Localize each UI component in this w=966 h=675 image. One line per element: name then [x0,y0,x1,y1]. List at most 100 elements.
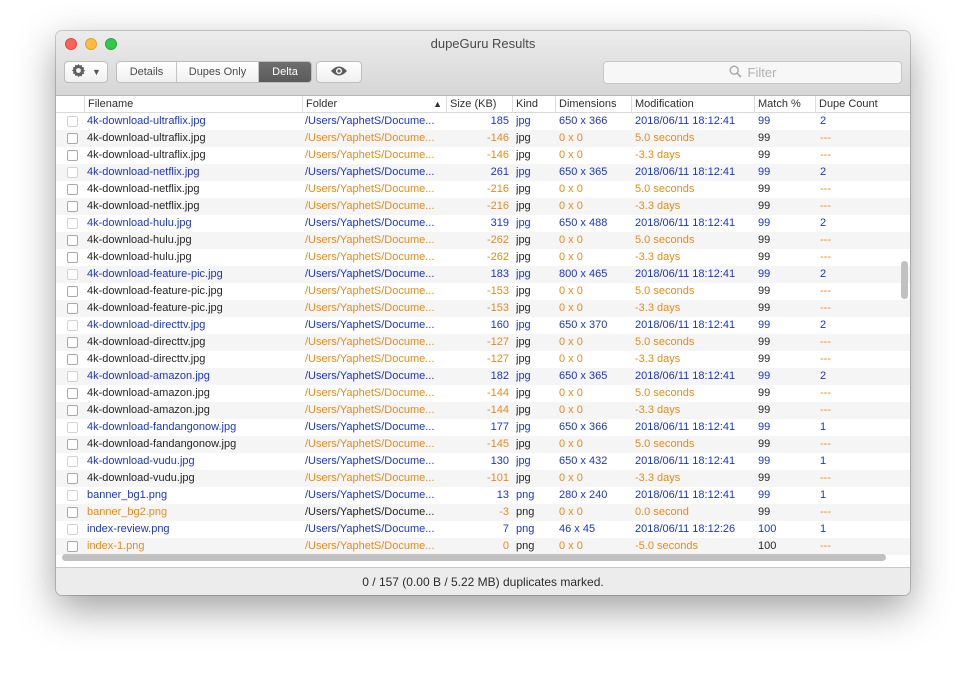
mark-checkbox[interactable] [67,320,78,331]
column-header-match[interactable]: Match % [755,96,816,112]
dimensions-cell: 800 x 465 [559,268,608,280]
folder-cell: /Users/YaphetS/Docume... [305,302,435,314]
kind-cell: jpg [516,353,531,365]
mark-checkbox[interactable] [67,235,78,246]
mark-checkbox[interactable] [67,405,78,416]
table-row[interactable]: 4k-download-amazon.jpg/Users/YaphetS/Doc… [56,368,910,385]
mark-checkbox[interactable] [67,422,78,433]
dupe-count-cell: --- [820,404,831,416]
match-cell: 99 [758,183,771,195]
column-header-checkbox[interactable] [56,96,85,112]
table-row[interactable]: 4k-download-netflix.jpg/Users/YaphetS/Do… [56,164,910,181]
dupe-count-cell: 1 [820,489,827,501]
table-row[interactable]: 4k-download-hulu.jpg/Users/YaphetS/Docum… [56,232,910,249]
mark-checkbox[interactable] [67,524,78,535]
table-row[interactable]: 4k-download-fandangonow.jpg/Users/Yaphet… [56,436,910,453]
size-cell: -127 [486,336,509,348]
table-row[interactable]: 4k-download-directtv.jpg/Users/YaphetS/D… [56,317,910,334]
mark-checkbox[interactable] [67,541,78,552]
quick-look-button[interactable] [316,61,362,83]
filter-search-field[interactable]: Filter [603,61,902,84]
mark-checkbox[interactable] [67,167,78,178]
column-header-filename[interactable]: Filename [85,96,303,112]
dupe-count-cell: --- [820,200,831,212]
table-row[interactable]: index-1.png/Users/YaphetS/Docume... 0 png 0… [56,538,910,555]
filename-cell: banner_bg2.png [87,506,168,518]
mark-checkbox[interactable] [67,133,78,144]
filename-cell: 4k-download-fandangonow.jpg [87,421,237,433]
dupe-count-cell: 2 [820,268,827,280]
kind-cell: jpg [516,132,531,144]
table-row[interactable]: 4k-download-vudu.jpg/Users/YaphetS/Docum… [56,453,910,470]
column-header-modification[interactable]: Modification [632,96,755,112]
mark-checkbox[interactable] [67,507,78,518]
folder-cell: /Users/YaphetS/Docume... [305,251,435,263]
mark-checkbox[interactable] [67,354,78,365]
column-header-dupe-count[interactable]: Dupe Count [816,96,910,112]
mark-checkbox[interactable] [67,337,78,348]
mark-checkbox[interactable] [67,473,78,484]
table-row[interactable]: 4k-download-ultraflix.jpg/Users/YaphetS/… [56,113,910,130]
table-row[interactable]: 4k-download-feature-pic.jpg/Users/Yaphet… [56,300,910,317]
mark-checkbox[interactable] [67,252,78,263]
mark-checkbox[interactable] [67,269,78,280]
mark-checkbox[interactable] [67,439,78,450]
table-row[interactable]: 4k-download-feature-pic.jpg/Users/Yaphet… [56,266,910,283]
delta-button[interactable]: Delta [259,62,311,82]
mark-checkbox[interactable] [67,218,78,229]
table-row[interactable]: 4k-download-ultraflix.jpg/Users/YaphetS/… [56,147,910,164]
mark-checkbox[interactable] [67,184,78,195]
table-row[interactable]: 4k-download-fandangonow.jpg/Users/Yaphet… [56,419,910,436]
mark-checkbox[interactable] [67,286,78,297]
kind-cell: jpg [516,285,531,297]
mark-checkbox[interactable] [67,388,78,399]
size-cell: 177 [490,421,509,433]
table-row[interactable]: 4k-download-feature-pic.jpg/Users/Yaphet… [56,283,910,300]
actions-menu-button[interactable]: ▼ [64,61,108,83]
table-row[interactable]: 4k-download-amazon.jpg/Users/YaphetS/Doc… [56,402,910,419]
mark-checkbox[interactable] [67,456,78,467]
mark-checkbox[interactable] [67,201,78,212]
vertical-scrollbar[interactable] [901,261,908,299]
table-row[interactable]: 4k-download-hulu.jpg/Users/YaphetS/Docum… [56,249,910,266]
dimensions-cell: 650 x 365 [559,166,608,178]
dupes-only-button[interactable]: Dupes Only [177,62,259,82]
mark-checkbox[interactable] [67,371,78,382]
mark-checkbox[interactable] [67,116,78,127]
dimensions-cell: 650 x 365 [559,370,608,382]
filename-cell: index-1.png [87,540,145,552]
match-cell: 99 [758,370,771,382]
dupe-count-cell: --- [820,149,831,161]
table-row[interactable]: 4k-download-ultraflix.jpg/Users/YaphetS/… [56,130,910,147]
dimensions-cell: 0 x 0 [559,149,583,161]
table-row[interactable]: banner_bg2.png/Users/YaphetS/Docume... -3… [56,504,910,521]
mark-checkbox[interactable] [67,303,78,314]
dupe-count-cell: --- [820,540,831,552]
column-header-kind[interactable]: Kind [513,96,556,112]
table-row[interactable]: 4k-download-netflix.jpg/Users/YaphetS/Do… [56,198,910,215]
modification-cell: 2018/06/11 18:12:26 [635,523,736,535]
filename-cell: 4k-download-ultraflix.jpg [87,149,206,161]
column-header-folder[interactable]: Folder ▲ [303,96,447,112]
table-row[interactable]: 4k-download-directtv.jpg/Users/YaphetS/D… [56,351,910,368]
table-row[interactable]: 4k-download-directtv.jpg/Users/YaphetS/D… [56,334,910,351]
column-header-dimensions[interactable]: Dimensions [556,96,632,112]
mark-checkbox[interactable] [67,150,78,161]
mark-checkbox[interactable] [67,490,78,501]
details-button[interactable]: Details [117,62,177,82]
folder-cell: /Users/YaphetS/Docume... [305,336,435,348]
dupe-count-cell: --- [820,285,831,297]
column-header-size[interactable]: Size (KB) [447,96,513,112]
table-row[interactable]: 4k-download-vudu.jpg/Users/YaphetS/Docum… [56,470,910,487]
horizontal-scrollbar[interactable] [62,554,886,561]
size-cell: -153 [486,302,509,314]
kind-cell: jpg [516,115,531,127]
table-row[interactable]: 4k-download-netflix.jpg/Users/YaphetS/Do… [56,181,910,198]
table-row[interactable]: banner_bg1.png/Users/YaphetS/Docume... 13… [56,487,910,504]
filename-cell: 4k-download-netflix.jpg [87,200,200,212]
table-row[interactable]: 4k-download-amazon.jpg/Users/YaphetS/Doc… [56,385,910,402]
table-row[interactable]: 4k-download-hulu.jpg/Users/YaphetS/Docum… [56,215,910,232]
folder-cell: /Users/YaphetS/Docume... [305,132,435,144]
table-row[interactable]: index-review.png/Users/YaphetS/Docume...… [56,521,910,538]
dimensions-cell: 0 x 0 [559,251,583,263]
